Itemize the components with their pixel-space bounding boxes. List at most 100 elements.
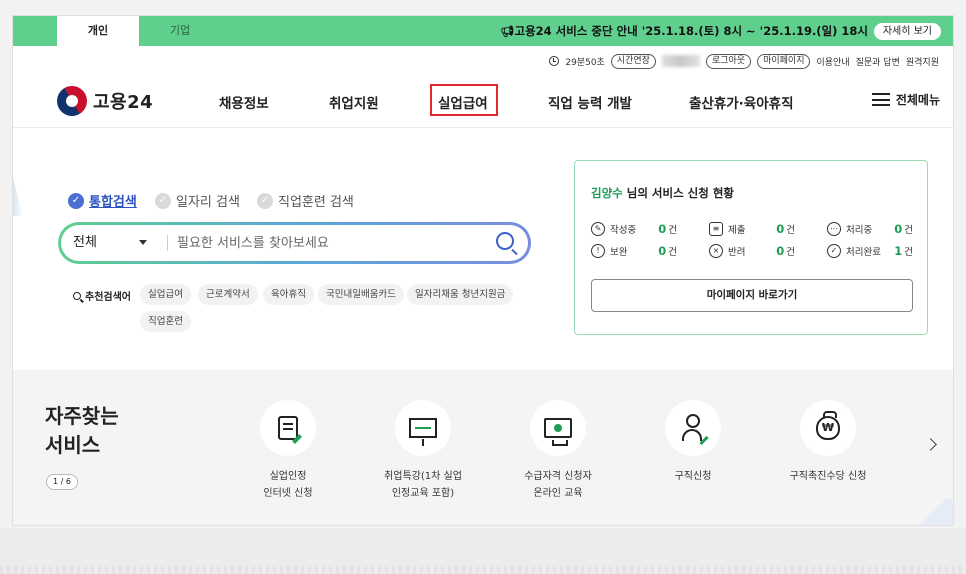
tab-business[interactable]: 기업 bbox=[139, 16, 221, 46]
checklist-icon: ≡ bbox=[709, 222, 723, 236]
stat-count: 0 bbox=[658, 222, 667, 236]
service-label-line: 구직촉진수당 신청 bbox=[789, 471, 867, 482]
stat-unit: 건 bbox=[904, 247, 913, 258]
service-icon-circle bbox=[395, 400, 451, 456]
search-tab-label: 일자리 검색 bbox=[176, 195, 240, 210]
stat-label: 제출 bbox=[728, 225, 746, 236]
clock-icon bbox=[549, 56, 560, 66]
notice-text: 고용24 서비스 중단 안내 '25.1.18.(토) 8시 ~ '25.1.1… bbox=[514, 24, 868, 38]
caret-down-icon bbox=[139, 240, 147, 245]
nav-parental-leave[interactable]: 출산휴가·육아휴직 bbox=[689, 92, 794, 112]
search-icon bbox=[73, 291, 81, 300]
service-label-line: 온라인 교육 bbox=[533, 488, 583, 499]
service-item[interactable]: 실업인정 인터넷 신청 bbox=[228, 400, 348, 502]
guide-link[interactable]: 이용안내 bbox=[816, 55, 849, 68]
tab-personal[interactable]: 개인 bbox=[57, 16, 139, 46]
frequent-services-title: 자주찾는 서비스 bbox=[45, 402, 165, 460]
mypage-shortcut-button[interactable]: 마이페이지 바로가기 bbox=[591, 279, 913, 312]
check-circle-icon: ✓ bbox=[827, 244, 841, 258]
search-box: 전체 bbox=[58, 222, 531, 264]
service-label: 구직신청 bbox=[633, 468, 753, 485]
search-tab-integrated[interactable]: ✓ 통합검색 bbox=[68, 191, 137, 210]
service-label-line: 인터넷 신청 bbox=[263, 488, 313, 499]
notice-detail-button[interactable]: 자세히 보기 bbox=[873, 23, 941, 40]
person-pen-icon bbox=[680, 414, 706, 442]
money-bag-icon: ₩ bbox=[816, 411, 840, 440]
frequent-services-section: 자주찾는 서비스 1 / 6 실업인정 인터넷 신청 취업특강(1차 실업인정교육… bbox=[13, 370, 953, 525]
header: 고용24 채용정보 취업지원 실업급여 직업 능력 개발 출산휴가·육아휴직 전… bbox=[13, 76, 953, 128]
stat-submitted[interactable]: ≡ 제출 0 건 bbox=[709, 222, 795, 236]
service-label-line: 인정교육 포함) bbox=[391, 488, 455, 499]
status-card-title: 김양수 님의 서비스 신청 현황 bbox=[591, 185, 734, 201]
extend-session-button[interactable]: 시간연장 bbox=[610, 53, 656, 69]
chevron-right-icon[interactable] bbox=[924, 438, 937, 451]
keyword-chip[interactable]: 육아휴직 bbox=[263, 284, 314, 305]
logo[interactable]: 고용24 bbox=[51, 80, 154, 122]
nav-employment-support[interactable]: 취업지원 bbox=[329, 92, 379, 112]
stat-completed[interactable]: ✓ 처리완료 1 건 bbox=[827, 244, 913, 258]
stat-label: 작성중 bbox=[610, 225, 637, 236]
utility-bar: 29분50초 시간연장 로그아웃 마이페이지 이용안내 질문과 답변 원격지원 bbox=[549, 52, 939, 70]
nav-job-info[interactable]: 채용정보 bbox=[219, 92, 269, 112]
keyword-chip[interactable]: 근로계약서 bbox=[198, 284, 258, 305]
service-icon-circle: ₩ bbox=[800, 400, 856, 456]
search-icon[interactable] bbox=[496, 232, 514, 250]
keyword-chip[interactable]: 실업급여 bbox=[140, 284, 191, 305]
nav-unemployment-benefit[interactable]: 실업급여 bbox=[438, 92, 488, 112]
stat-processing[interactable]: ⋯ 처리중 0 건 bbox=[827, 222, 913, 236]
monitor-play-icon bbox=[544, 418, 572, 446]
stat-label: 반려 bbox=[728, 247, 746, 258]
service-label: 수급자격 신청자 온라인 교육 bbox=[498, 468, 618, 502]
exclamation-icon: ! bbox=[591, 244, 605, 258]
service-label: 취업특강(1차 실업인정교육 포함) bbox=[363, 468, 483, 502]
presentation-board-icon bbox=[409, 418, 437, 446]
qna-link[interactable]: 질문과 답변 bbox=[856, 55, 900, 68]
stat-drafting[interactable]: ✎ 작성중 0 건 bbox=[591, 222, 677, 236]
carousel-pager: 1 / 6 bbox=[46, 474, 78, 490]
stat-supplement[interactable]: ! 보완 0 건 bbox=[591, 244, 677, 258]
keyword-chip[interactable]: 국민내일배움카드 bbox=[318, 284, 404, 305]
stat-rejected[interactable]: × 반려 0 건 bbox=[709, 244, 795, 258]
keyword-chip[interactable]: 일자리채움 청년지원금 bbox=[407, 284, 514, 305]
service-item[interactable]: 수급자격 신청자 온라인 교육 bbox=[498, 400, 618, 502]
status-title-text: 님의 서비스 신청 현황 bbox=[622, 186, 734, 200]
stat-unit: 건 bbox=[786, 225, 795, 236]
service-icon-circle bbox=[260, 400, 316, 456]
service-item[interactable]: 취업특강(1차 실업인정교육 포함) bbox=[363, 400, 483, 502]
stat-label: 보완 bbox=[610, 247, 628, 258]
application-status-card: 김양수 님의 서비스 신청 현황 ✎ 작성중 0 건 ≡ 제출 0 건 ⋯ 처리… bbox=[574, 160, 928, 335]
title-line: 자주찾는 bbox=[45, 404, 119, 428]
blurred-username bbox=[661, 55, 700, 67]
stat-label: 처리완료 bbox=[846, 247, 881, 258]
stat-count: 0 bbox=[658, 244, 667, 258]
recommended-label-text: 추천검색어 bbox=[85, 292, 131, 303]
decorative-corner bbox=[913, 499, 953, 525]
logout-button[interactable]: 로그아웃 bbox=[705, 53, 752, 69]
remote-support-link[interactable]: 원격지원 bbox=[906, 55, 939, 68]
top-banner: 개인 기업 📢︎고용24 서비스 중단 안내 '25.1.18.(토) 8시 ~… bbox=[13, 16, 953, 46]
service-label-line: 취업특강(1차 실업 bbox=[384, 471, 462, 482]
search-input[interactable] bbox=[177, 231, 477, 255]
service-item[interactable]: 구직신청 bbox=[633, 400, 753, 485]
stat-unit: 건 bbox=[904, 225, 913, 236]
search-scope-select[interactable]: 전체 bbox=[73, 225, 165, 261]
service-icon-circle bbox=[530, 400, 586, 456]
mypage-button[interactable]: 마이페이지 bbox=[757, 53, 811, 69]
keyword-chip[interactable]: 직업훈련 bbox=[140, 311, 191, 332]
document-pen-icon bbox=[278, 416, 298, 440]
all-menu-label: 전체메뉴 bbox=[895, 93, 940, 107]
search-tab-jobs[interactable]: ✓ 일자리 검색 bbox=[155, 191, 240, 210]
hamburger-icon bbox=[871, 93, 890, 106]
recommended-keywords-label: 추천검색어 bbox=[73, 288, 131, 303]
stat-count: 1 bbox=[894, 244, 903, 258]
stat-count: 0 bbox=[776, 244, 785, 258]
title-line: 서비스 bbox=[45, 433, 101, 457]
stat-label: 처리중 bbox=[846, 225, 873, 236]
search-tab-training[interactable]: ✓ 직업훈련 검색 bbox=[257, 191, 354, 210]
stat-unit: 건 bbox=[668, 247, 677, 258]
check-icon: ✓ bbox=[257, 192, 273, 209]
logo-text: 고용24 bbox=[93, 92, 154, 113]
service-item[interactable]: ₩ 구직촉진수당 신청 bbox=[768, 400, 888, 485]
all-menu-button[interactable]: 전체메뉴 bbox=[871, 91, 940, 108]
nav-vocational-training[interactable]: 직업 능력 개발 bbox=[548, 92, 632, 112]
